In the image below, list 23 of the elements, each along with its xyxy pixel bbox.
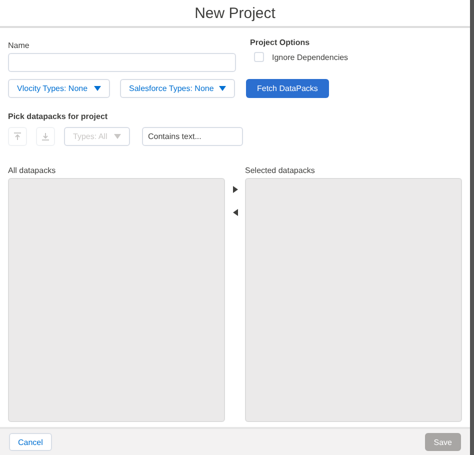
list-label: All datapacks bbox=[8, 166, 57, 175]
datapack-list[interactable] bbox=[8, 178, 225, 422]
cancel-button[interactable]: Cancel bbox=[9, 433, 52, 451]
section-title: Project Options bbox=[250, 38, 311, 47]
section-title: Pick datapacks for project bbox=[8, 112, 109, 121]
caret-icon bbox=[94, 86, 101, 91]
fetch-button[interactable]: Fetch DataPacks bbox=[246, 79, 329, 98]
types-dropdown[interactable]: Vlocity Types: None bbox=[8, 79, 110, 98]
search-field[interactable]: Contains text... bbox=[142, 127, 243, 146]
datapack-list[interactable] bbox=[245, 178, 462, 422]
name-field[interactable] bbox=[8, 53, 236, 72]
window-title: New Project bbox=[194, 4, 276, 22]
types-dropdown[interactable]: Salesforce Types: None bbox=[120, 79, 235, 98]
checkbox-label: Ignore Dependencies bbox=[272, 52, 348, 62]
caret-icon bbox=[219, 86, 226, 91]
move-right-button[interactable] bbox=[232, 186, 238, 193]
caret-icon bbox=[114, 134, 121, 139]
field-label: Name bbox=[8, 41, 30, 50]
arrow-down-icon bbox=[41, 132, 50, 141]
move-left-button[interactable] bbox=[232, 209, 238, 216]
list-label: Selected datapacks bbox=[245, 166, 316, 175]
checkbox[interactable] bbox=[254, 52, 264, 62]
arrow-up-icon bbox=[13, 132, 22, 141]
